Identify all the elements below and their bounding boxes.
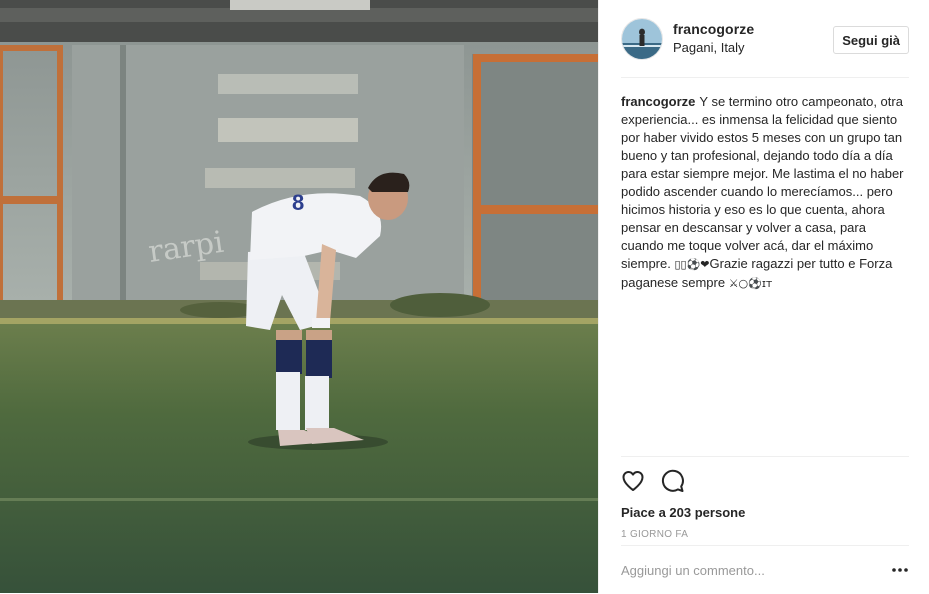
instagram-post: rarpi 8 francogorze Pagani, Italy Segui … (0, 0, 929, 593)
comment-bar (621, 545, 909, 594)
post-photo[interactable]: rarpi 8 (0, 0, 598, 593)
location-link[interactable]: Pagani, Italy (673, 40, 754, 55)
username-link[interactable]: francogorze (673, 21, 754, 37)
comment-icon[interactable] (661, 469, 685, 493)
post-actions: Piace a 203 persone 1 GIORNO FA (621, 456, 909, 540)
football-player-image: rarpi 8 (0, 0, 598, 593)
post-timestamp[interactable]: 1 GIORNO FA (621, 529, 909, 540)
caption-text: Y se termino otro campeonato, otra exper… (621, 94, 904, 271)
following-button[interactable]: Segui già (833, 26, 909, 54)
caption-username-link[interactable]: francogorze (621, 94, 695, 109)
avatar-image (622, 18, 662, 59)
avatar[interactable] (621, 17, 663, 60)
action-icons (621, 469, 909, 493)
svg-text:8: 8 (292, 190, 304, 215)
heart-icon[interactable] (621, 469, 645, 493)
caption-emoji: ▯▯⚽❤ (674, 258, 710, 271)
caption-emoji-2: ⚔○⚽ɪᴛ (728, 277, 773, 290)
likes-count[interactable]: Piace a 203 persone (621, 505, 909, 520)
user-info: francogorze Pagani, Italy (673, 21, 754, 55)
post-caption: francogorze Y se termino otro campeonato,… (621, 93, 905, 293)
comment-input[interactable] (621, 562, 891, 578)
post-header: francogorze Pagani, Italy Segui già (621, 0, 909, 78)
post-side-panel: francogorze Pagani, Italy Segui già fran… (598, 0, 929, 593)
ellipsis-icon[interactable] (891, 561, 909, 579)
